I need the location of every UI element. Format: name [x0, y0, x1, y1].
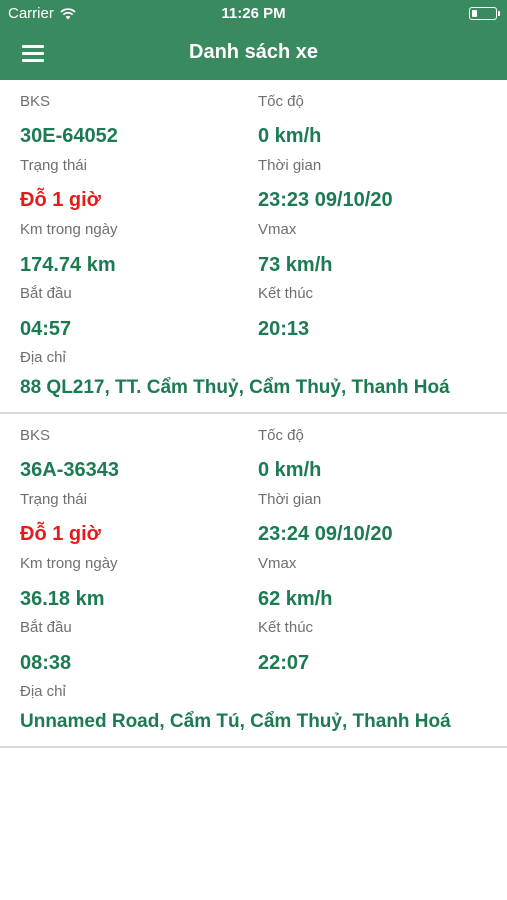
- end-value: 20:13: [258, 318, 310, 340]
- status-time: 11:26 PM: [221, 5, 286, 22]
- plate-label: BKS: [20, 93, 51, 110]
- address-value: 88 QL217, TT. Cẩm Thuỷ, Cẩm Thuỷ, Thanh …: [20, 377, 450, 398]
- speed-value: 0 km/h: [258, 125, 322, 147]
- start-label: Bắt đầu: [20, 285, 72, 302]
- start-value: 04:57: [20, 318, 72, 340]
- vmax-label: Vmax: [258, 555, 297, 572]
- battery-level: [472, 10, 477, 17]
- vehicle-card[interactable]: BKS Tốc độ 36A-36343 0 km/h Trạng thái T…: [0, 414, 507, 748]
- time-value: 23:23 09/10/20: [258, 189, 393, 211]
- km-today-label: Km trong ngày: [20, 221, 118, 238]
- end-label: Kết thúc: [258, 619, 314, 636]
- plate-value: 30E-64052: [20, 125, 118, 147]
- vmax-value: 62 km/h: [258, 588, 333, 610]
- address-label: Địa chỉ: [20, 349, 66, 366]
- speed-label: Tốc độ: [258, 427, 304, 444]
- battery-icon: [469, 7, 500, 20]
- status-bar: Carrier 11:26 PM: [0, 0, 507, 28]
- time-label: Thời gian: [258, 157, 322, 174]
- vmax-value: 73 km/h: [258, 254, 333, 276]
- end-value: 22:07: [258, 652, 310, 674]
- status-value: Đỗ 1 giờ: [20, 523, 101, 545]
- status-label: Trạng thái: [20, 491, 87, 508]
- speed-label: Tốc độ: [258, 93, 304, 110]
- vmax-label: Vmax: [258, 221, 297, 238]
- page-title: Danh sách xe: [189, 41, 318, 63]
- status-label: Trạng thái: [20, 157, 87, 174]
- km-today-value: 36.18 km: [20, 588, 105, 610]
- header: Carrier 11:26 PM Danh sách xe: [0, 0, 507, 80]
- address-value: Unnamed Road, Cẩm Tú, Cẩm Thuỷ, Thanh Ho…: [20, 711, 451, 732]
- time-label: Thời gian: [258, 491, 322, 508]
- km-today-value: 174.74 km: [20, 254, 116, 276]
- end-label: Kết thúc: [258, 285, 314, 302]
- address-label: Địa chỉ: [20, 683, 66, 700]
- plate-label: BKS: [20, 427, 51, 444]
- nav-bar: Danh sách xe: [0, 28, 507, 80]
- start-label: Bắt đầu: [20, 619, 72, 636]
- time-value: 23:24 09/10/20: [258, 523, 393, 545]
- start-value: 08:38: [20, 652, 72, 674]
- vehicle-list: BKS Tốc độ 30E-64052 0 km/h Trạng thái T…: [0, 80, 507, 748]
- app: Carrier 11:26 PM Danh sách xe BKS Tốc độ…: [0, 0, 507, 900]
- status-value: Đỗ 1 giờ: [20, 189, 101, 211]
- km-today-label: Km trong ngày: [20, 555, 118, 572]
- plate-value: 36A-36343: [20, 459, 119, 481]
- speed-value: 0 km/h: [258, 459, 322, 481]
- vehicle-card[interactable]: BKS Tốc độ 30E-64052 0 km/h Trạng thái T…: [0, 80, 507, 414]
